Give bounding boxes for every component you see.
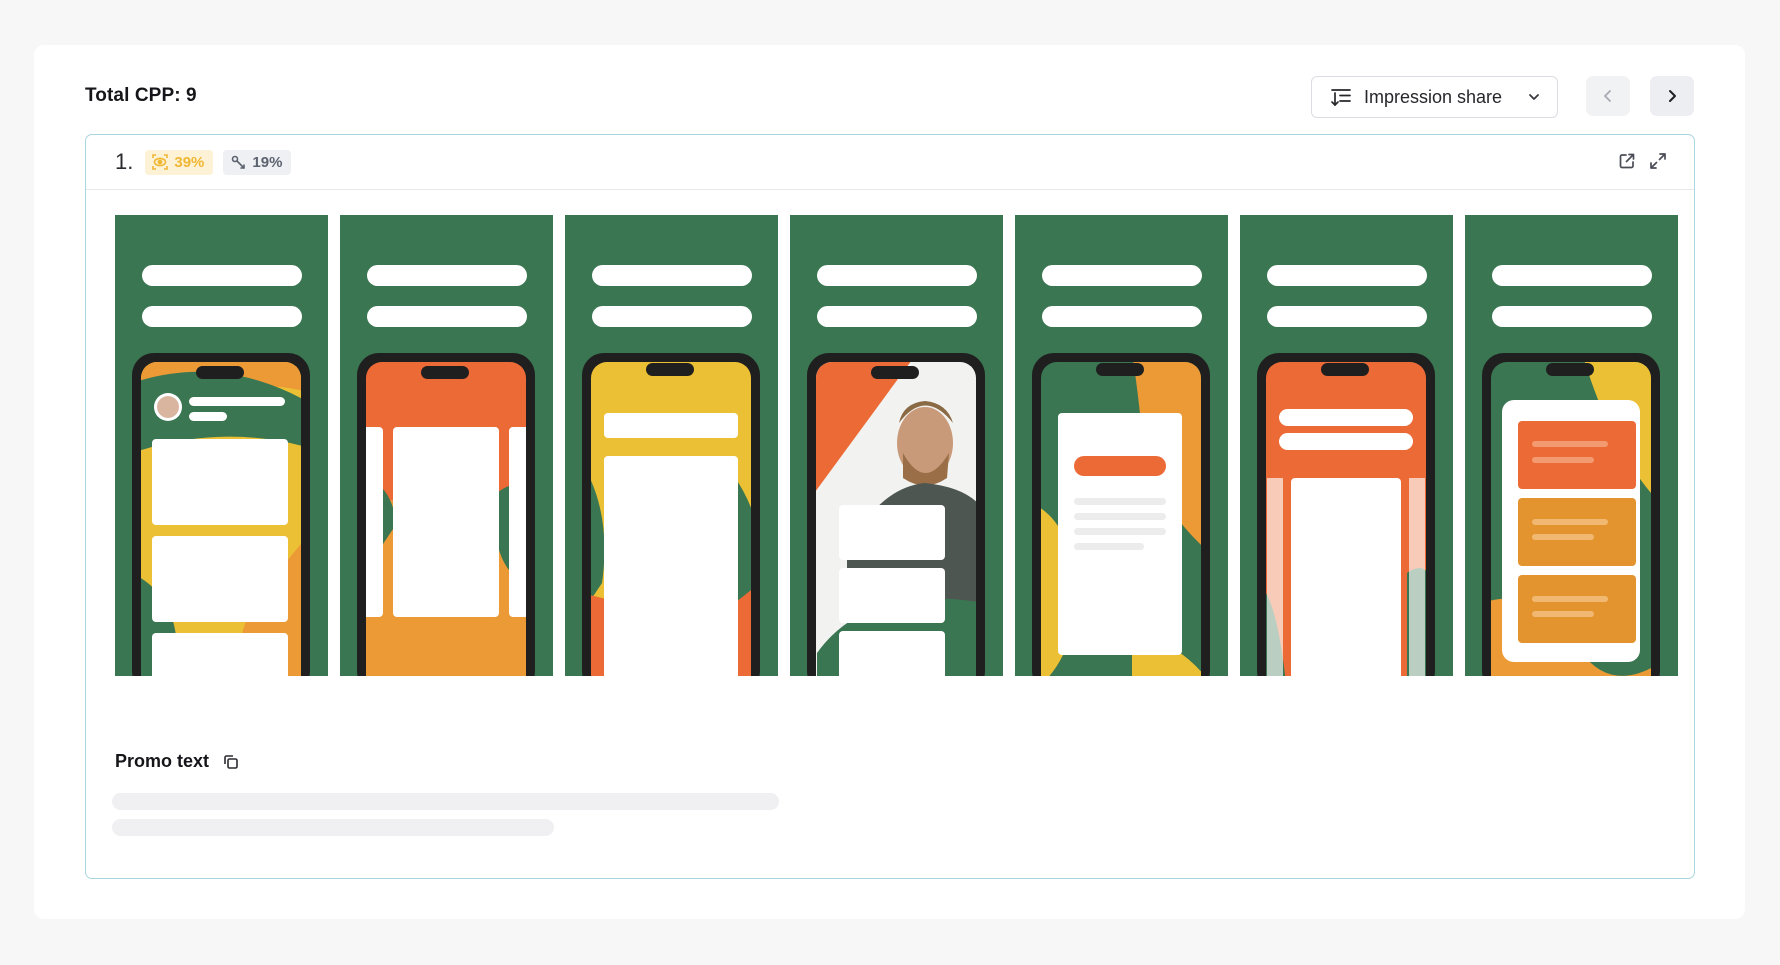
promo-text-skeleton-line [112, 793, 779, 810]
sort-select[interactable]: Impression share [1311, 76, 1558, 118]
sort-icon [1330, 87, 1352, 107]
tap-icon [229, 153, 247, 171]
screenshot-3[interactable] [565, 215, 778, 676]
promo-text-label: Promo text [115, 751, 210, 771]
cpp-card: Total CPP: 9 Impression share 1. 39% 19%… [34, 45, 1745, 919]
promo-text-skeleton-line [112, 819, 554, 836]
sort-select-label: Impression share [1364, 86, 1503, 107]
screenshot-6[interactable] [1240, 215, 1453, 676]
chevron-right-icon [1665, 89, 1679, 103]
chevron-down-icon [1527, 90, 1541, 104]
screenshot-4[interactable] [790, 215, 1003, 676]
expand-icon[interactable] [1648, 151, 1668, 171]
cpp-item-header: 1. 39% 19% [86, 135, 1694, 190]
conversion-badge: 19% [223, 149, 292, 175]
copy-icon[interactable] [222, 753, 240, 771]
previous-button[interactable] [1586, 76, 1630, 116]
screenshot-strip [115, 215, 1678, 676]
item-index: 1. [115, 149, 134, 174]
screenshot-5[interactable] [1015, 215, 1228, 676]
impression-share-badge: 39% [145, 149, 214, 175]
promo-text-heading: Promo text [115, 751, 240, 772]
impression-share-value: 39% [174, 153, 205, 171]
next-button[interactable] [1650, 76, 1694, 116]
screenshot-1[interactable] [115, 215, 328, 676]
screenshot-7[interactable] [1465, 215, 1678, 676]
eye-target-icon [151, 153, 169, 171]
conversion-value: 19% [252, 153, 283, 171]
chevron-left-icon [1601, 89, 1615, 103]
screenshot-2[interactable] [340, 215, 553, 676]
total-cpp-title: Total CPP: 9 [85, 85, 197, 106]
cpp-item-panel: 1. 39% 19% Promo text [85, 134, 1695, 879]
open-external-icon[interactable] [1617, 151, 1637, 171]
